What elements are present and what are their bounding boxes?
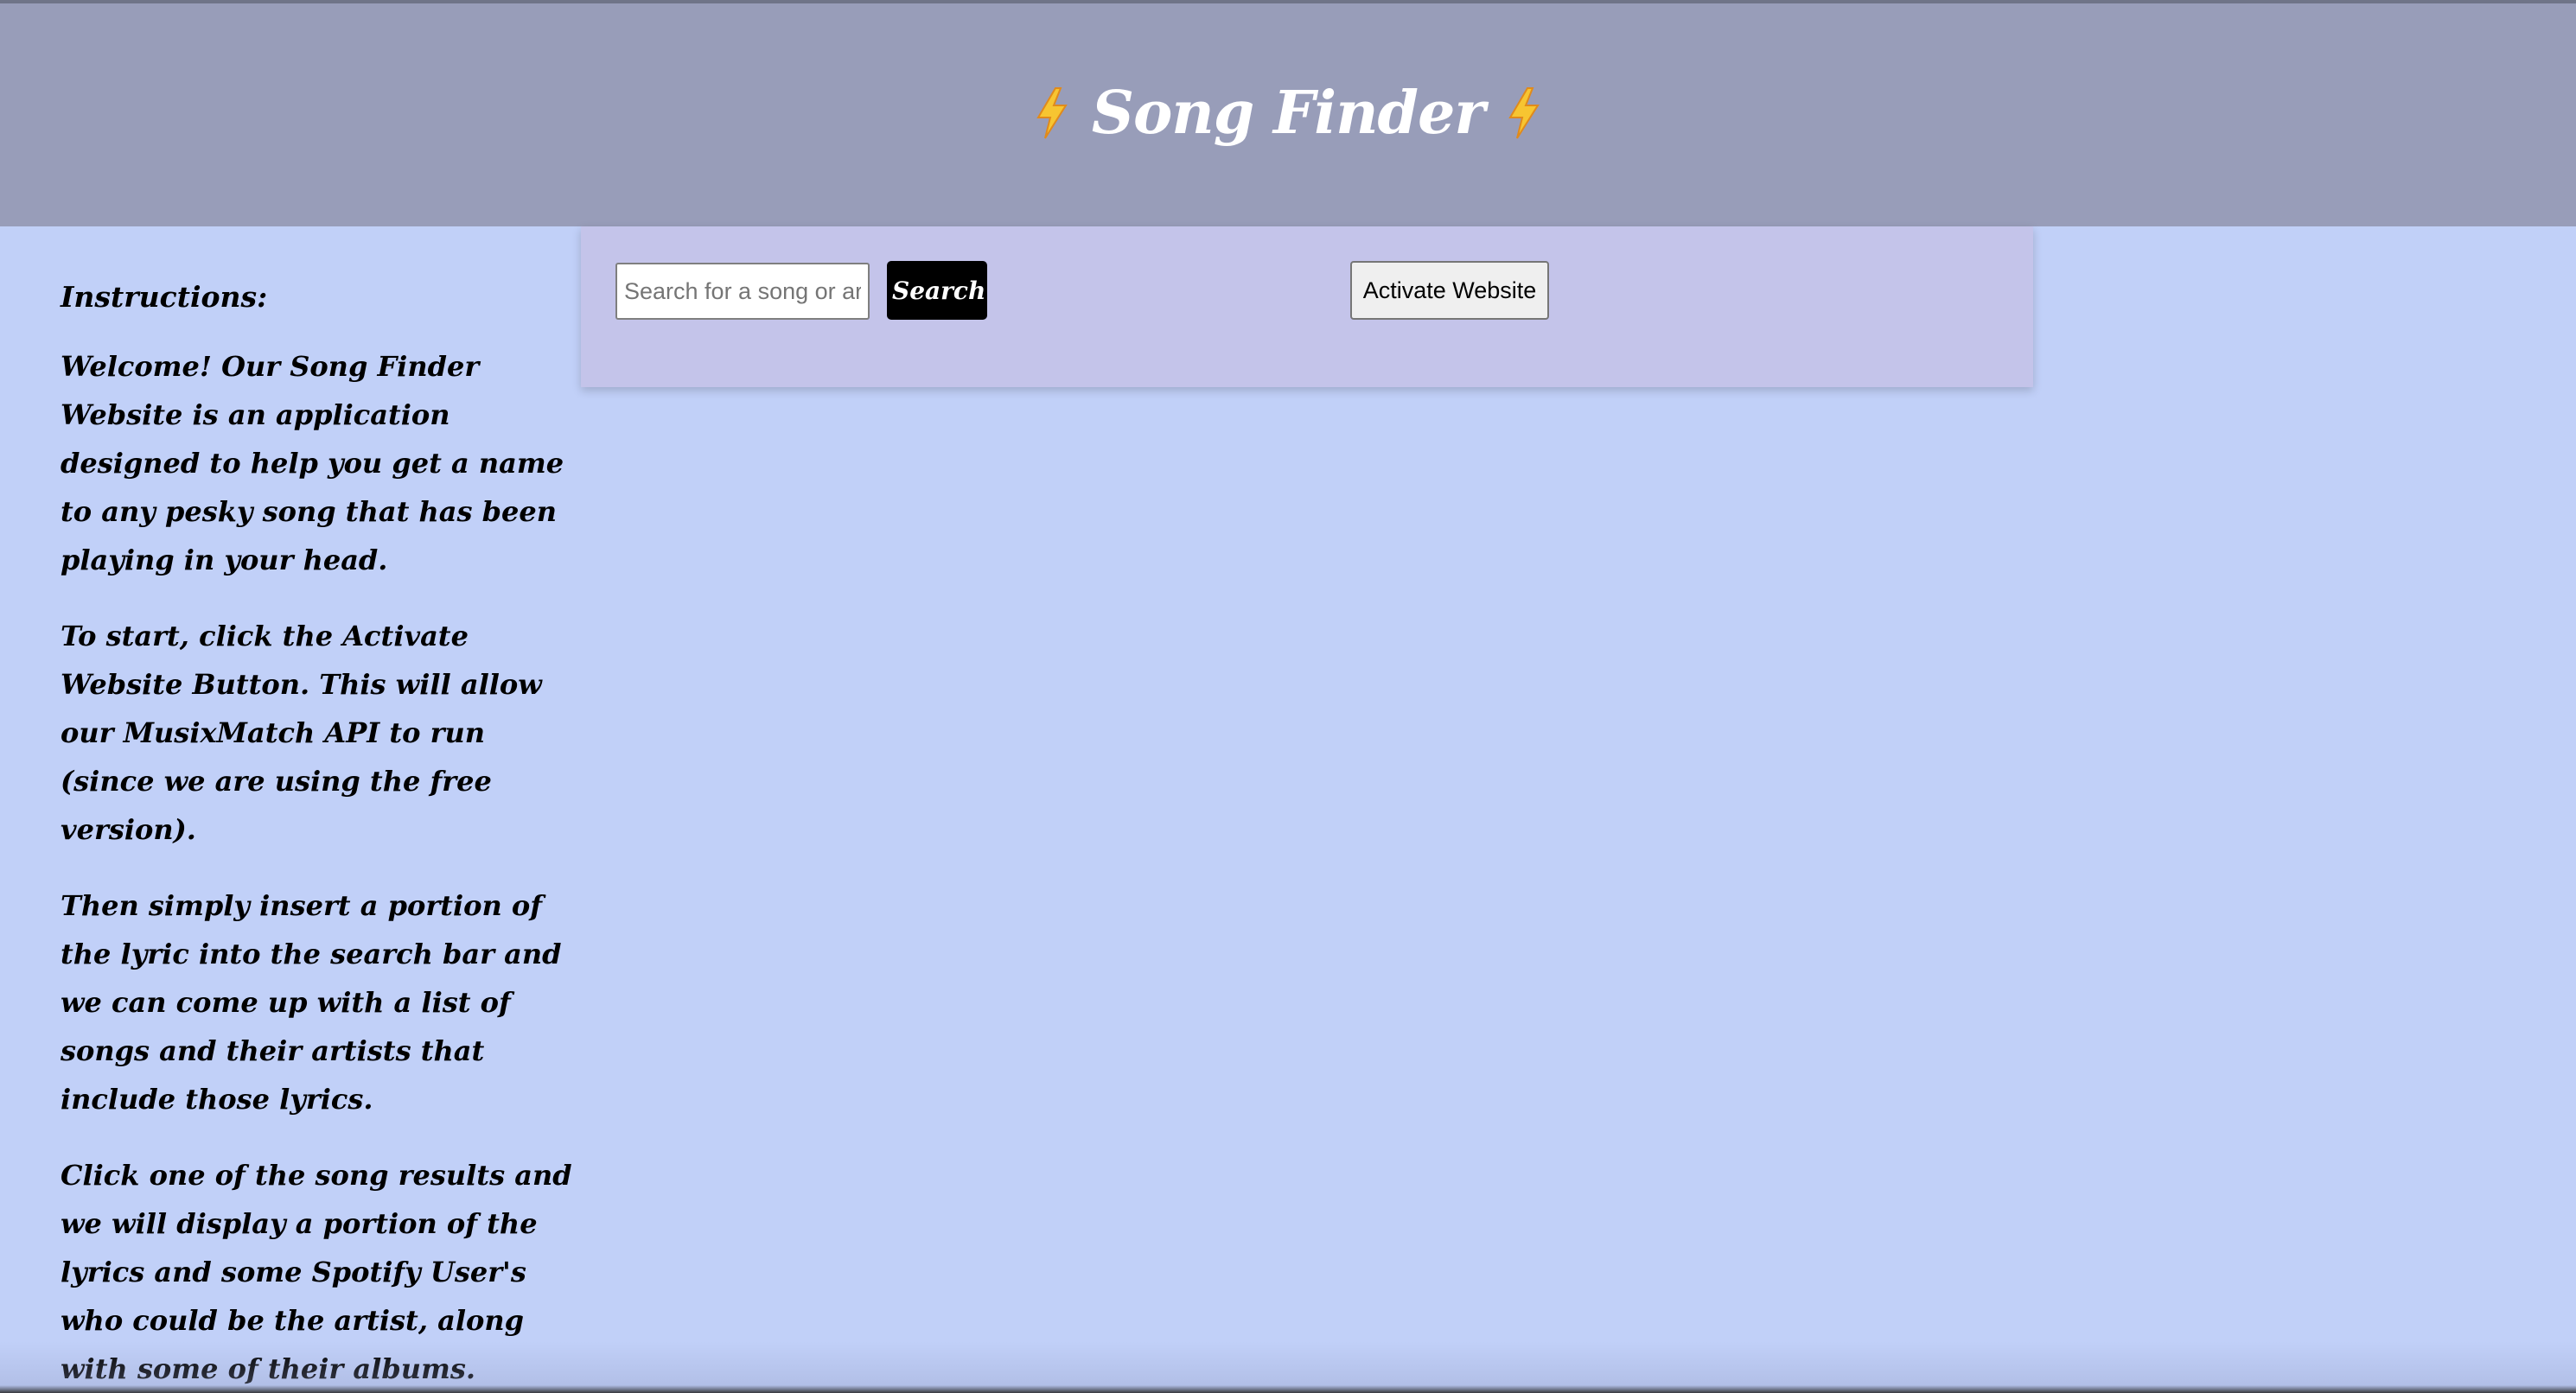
site-title-text: Song Finder bbox=[1091, 79, 1485, 148]
site-title: Song Finder bbox=[1035, 79, 1541, 148]
instructions-panel: Instructions: Welcome! Our Song Finder W… bbox=[61, 273, 588, 1393]
lightning-bolt-icon bbox=[1036, 87, 1068, 139]
instructions-paragraph: Then simply insert a portion of the lyri… bbox=[61, 889, 562, 1116]
search-input[interactable] bbox=[615, 263, 870, 320]
search-button[interactable]: Search bbox=[887, 261, 987, 320]
window-bottom-edge bbox=[0, 1341, 2576, 1393]
search-panel: Search Activate Website bbox=[581, 226, 2033, 387]
lightning-bolt-icon bbox=[1508, 87, 1540, 139]
activate-website-button[interactable]: Activate Website bbox=[1350, 261, 1549, 320]
instructions-heading: Instructions: bbox=[61, 280, 268, 314]
instructions-paragraph: Welcome! Our Song Finder Website is an a… bbox=[61, 350, 564, 576]
instructions-paragraph: To start, click the Activate Website But… bbox=[61, 620, 542, 846]
site-header: Song Finder bbox=[0, 0, 2576, 226]
